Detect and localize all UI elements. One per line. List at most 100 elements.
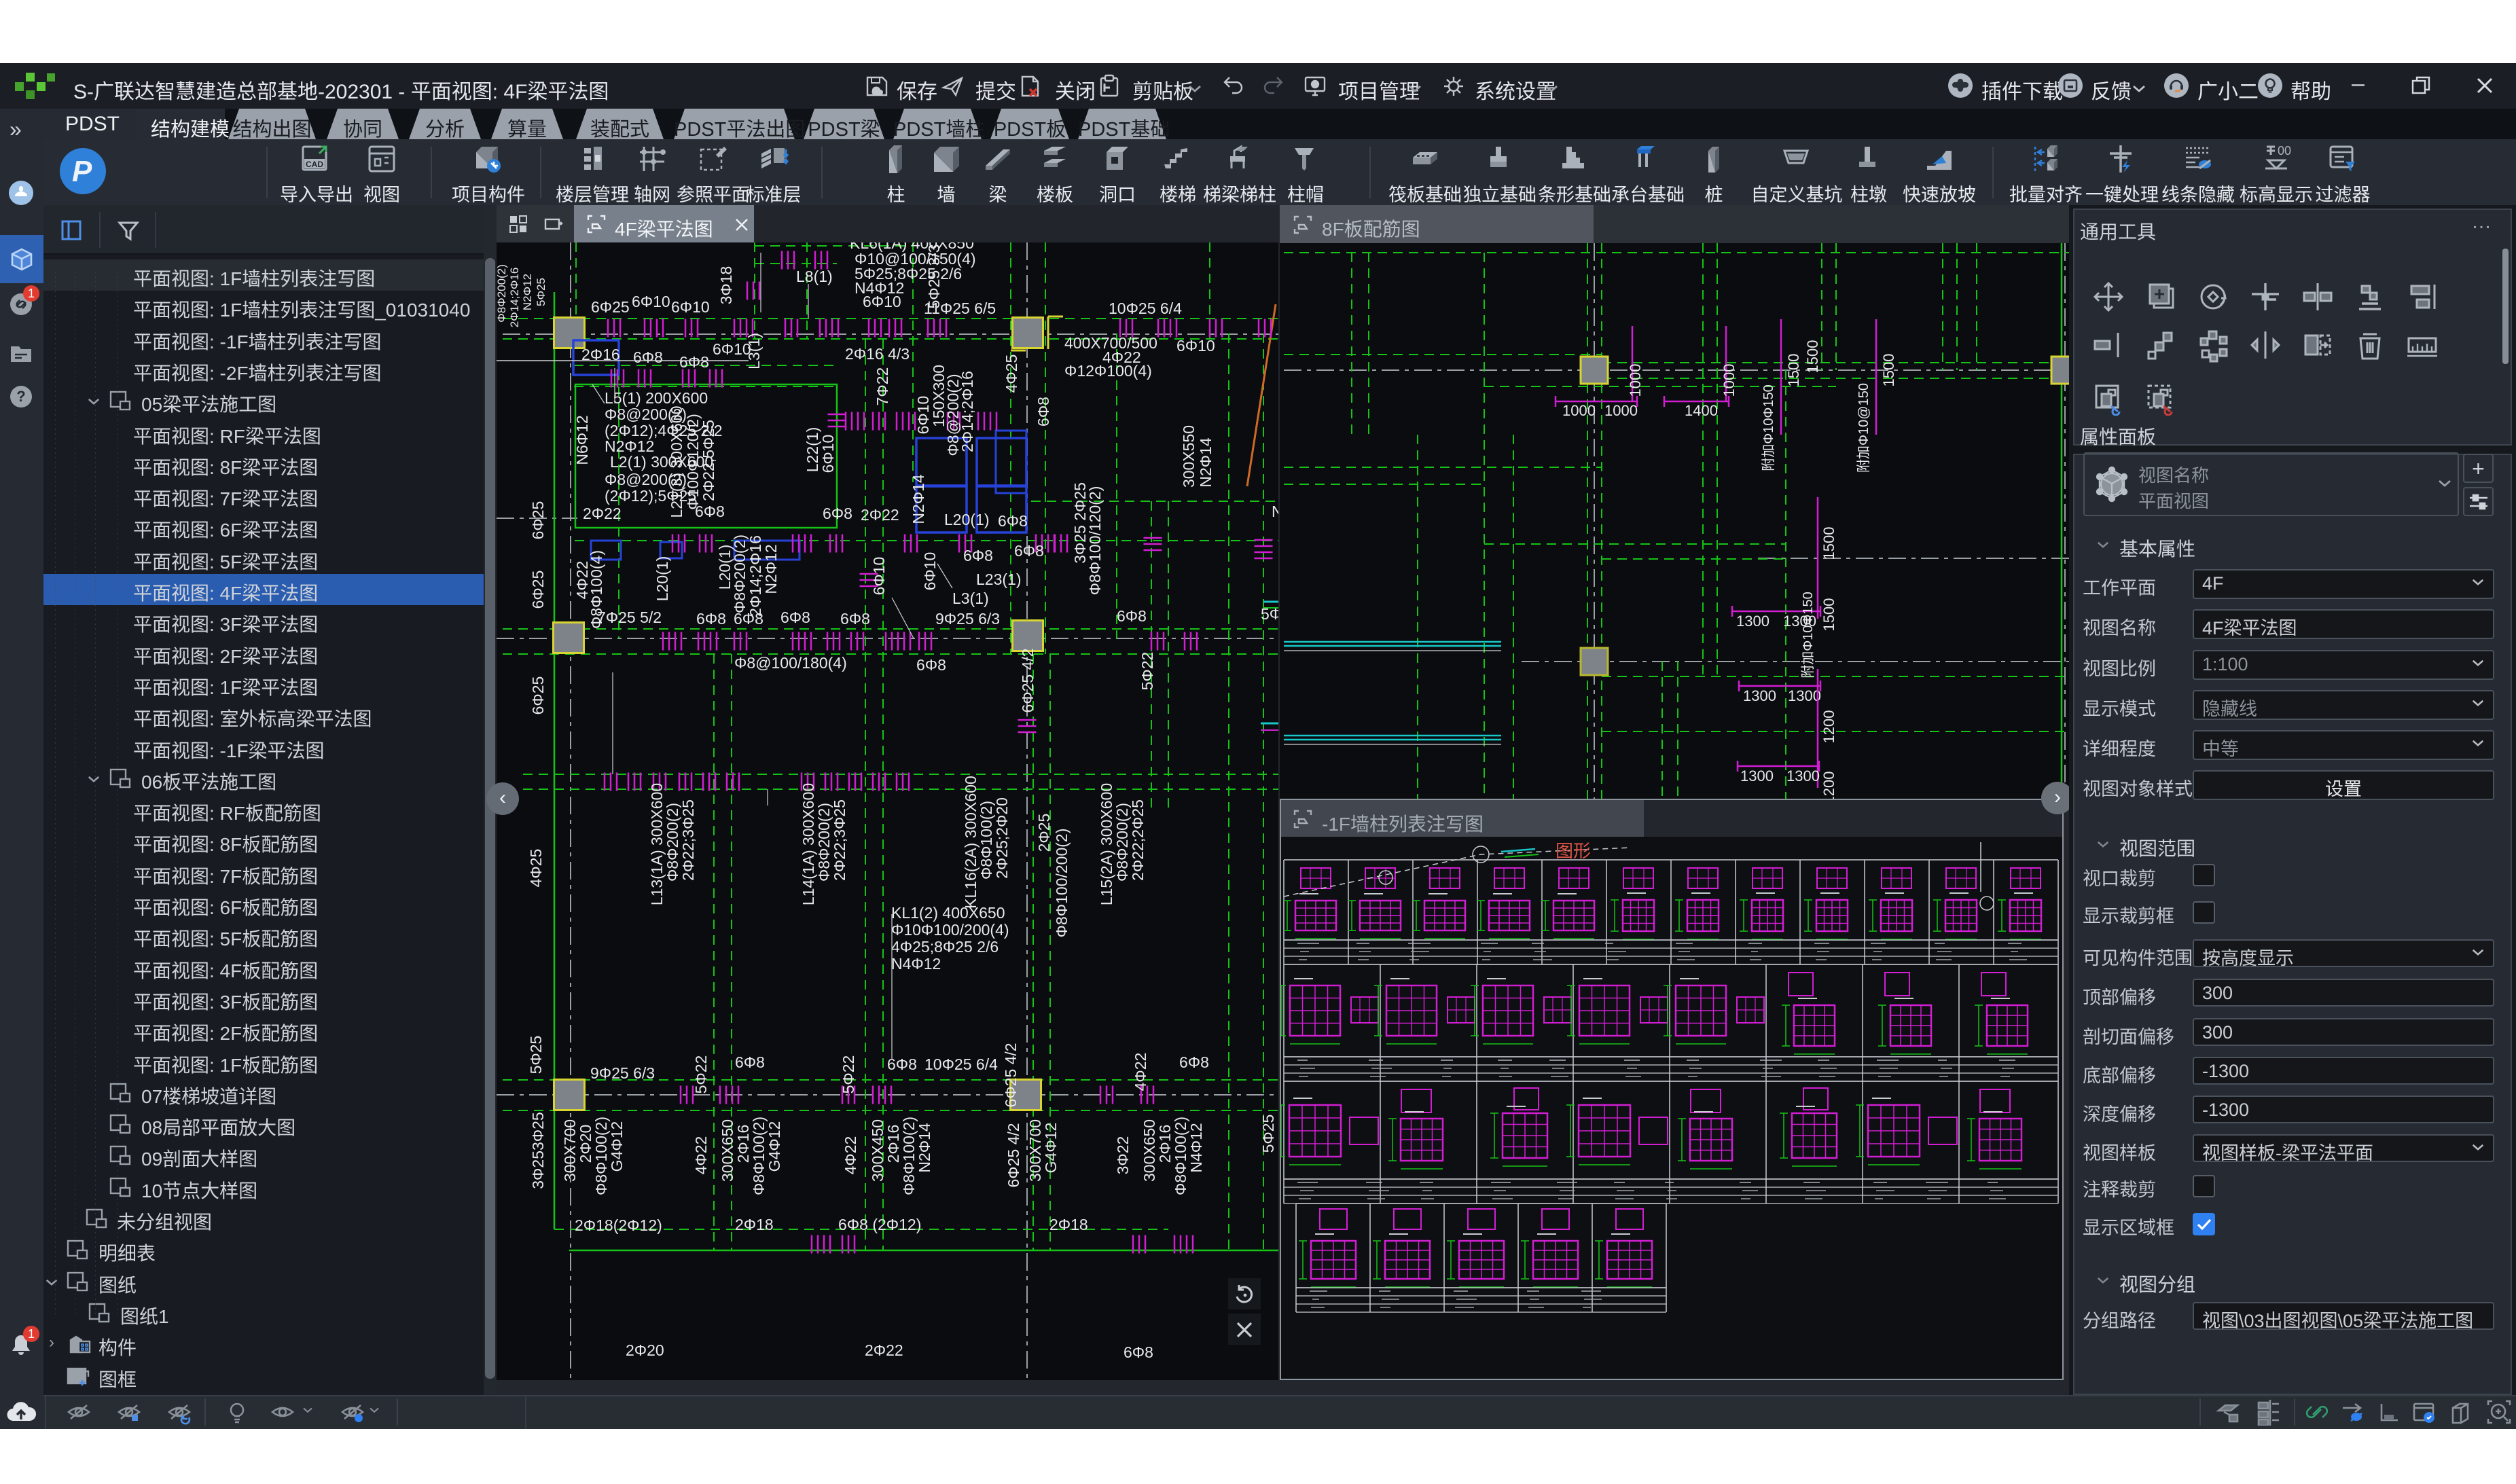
svg-text:2Φ20: 2Φ20 xyxy=(626,1341,664,1359)
svg-text:Φ12Φ100(4): Φ12Φ100(4) xyxy=(1064,362,1152,380)
svg-text:4Φ22: 4Φ22 xyxy=(692,1136,710,1175)
svg-text:6Φ8: 6Φ8 xyxy=(679,353,709,371)
svg-text:附加Φ10@150: 附加Φ10@150 xyxy=(1856,383,1871,473)
svg-text:L8(1): L8(1) xyxy=(796,268,833,285)
svg-text:6Φ10: 6Φ10 xyxy=(921,552,939,591)
svg-text:1000: 1000 xyxy=(1604,402,1638,419)
svg-text:7Φ22: 7Φ22 xyxy=(874,367,891,406)
svg-text:Φ10Φ100/200(4): Φ10Φ100/200(4) xyxy=(891,921,1009,939)
svg-text:5Φ25: 5Φ25 xyxy=(527,1036,545,1074)
svg-text:1500: 1500 xyxy=(1820,527,1837,560)
svg-text:6Φ8: 6Φ8 xyxy=(633,348,663,366)
svg-text:2Φ14;2Φ16: 2Φ14;2Φ16 xyxy=(958,371,976,452)
svg-text:G4Φ12: G4Φ12 xyxy=(608,1121,626,1172)
svg-text:4Φ22: 4Φ22 xyxy=(1132,1053,1149,1091)
svg-text:Φ8@100/180(4): Φ8@100/180(4) xyxy=(734,654,847,672)
svg-text:2Φ25;2Φ20: 2Φ25;2Φ20 xyxy=(993,797,1011,879)
svg-text:L23(1): L23(1) xyxy=(976,571,1021,588)
svg-text:1000: 1000 xyxy=(1562,402,1596,419)
svg-text:L3(1): L3(1) xyxy=(745,333,763,369)
svg-text:Φ8Φ100(4): Φ8Φ100(4) xyxy=(588,550,605,629)
svg-text:2Φ18(2Φ12): 2Φ18(2Φ12) xyxy=(575,1216,662,1234)
svg-text:3Φ22: 3Φ22 xyxy=(1114,1136,1132,1175)
svg-text:1300: 1300 xyxy=(1788,687,1821,704)
svg-text:10Φ25 6/4: 10Φ25 6/4 xyxy=(1109,300,1182,317)
svg-text:6Φ10: 6Φ10 xyxy=(1176,337,1215,355)
svg-text:2Φ22: 2Φ22 xyxy=(865,1341,903,1359)
svg-text:6Φ8: 6Φ8 xyxy=(823,505,852,522)
svg-text:N4Φ12: N4Φ12 xyxy=(891,955,941,973)
svg-text:5Φ25: 5Φ25 xyxy=(1259,1115,1277,1153)
svg-text:1500: 1500 xyxy=(1785,354,1802,387)
svg-text:6Φ25: 6Φ25 xyxy=(591,298,630,316)
svg-text:6Φ10: 6Φ10 xyxy=(870,557,888,596)
svg-text:1500: 1500 xyxy=(1820,598,1837,632)
svg-text:N4Φ12: N4Φ12 xyxy=(1187,1123,1205,1172)
svg-text:6Φ8: 6Φ8 xyxy=(963,547,993,564)
svg-text:3Φ253Φ25: 3Φ253Φ25 xyxy=(529,1112,547,1189)
svg-text:N2Φ1: N2Φ1 xyxy=(1272,503,1278,520)
svg-text:L3(1): L3(1) xyxy=(952,590,989,607)
svg-text:4Φ25: 4Φ25 xyxy=(1003,355,1020,393)
svg-text:N6Φ12: N6Φ12 xyxy=(573,415,591,465)
svg-text:L20(1): L20(1) xyxy=(944,511,989,528)
svg-text:4Φ25;8Φ25 2/6: 4Φ25;8Φ25 2/6 xyxy=(891,938,999,956)
svg-text:6Φ8: 6Φ8 xyxy=(696,610,726,628)
svg-text:1300: 1300 xyxy=(1786,767,1820,784)
svg-text:10Φ25 6/4: 10Φ25 6/4 xyxy=(924,1055,998,1073)
svg-text:1300: 1300 xyxy=(1740,767,1774,784)
svg-text:N2Φ14: N2Φ14 xyxy=(910,474,927,524)
svg-text:6Φ25 4/2: 6Φ25 4/2 xyxy=(1005,1123,1022,1187)
svg-text:L20(1): L20(1) xyxy=(653,556,671,601)
svg-text:Φ8Φ100/120(2): Φ8Φ100/120(2) xyxy=(1086,486,1104,596)
svg-text:1400: 1400 xyxy=(1685,402,1718,419)
svg-text:2Φ16 4/3: 2Φ16 4/3 xyxy=(845,345,910,363)
svg-text:6Φ8: 6Φ8 xyxy=(1124,1343,1153,1361)
svg-text:G4Φ12: G4Φ12 xyxy=(1042,1123,1060,1174)
svg-text:6Φ25 4/2: 6Φ25 4/2 xyxy=(1019,648,1037,712)
svg-text:5Φ25 3/3: 5Φ25 3/3 xyxy=(925,244,943,308)
svg-text:6Φ8: 6Φ8 xyxy=(998,512,1028,530)
svg-text:3Φ18: 3Φ18 xyxy=(717,266,735,305)
svg-text:300X550: 300X550 xyxy=(1180,425,1198,488)
svg-text:N2Φ14: N2Φ14 xyxy=(1197,437,1215,488)
svg-text:2Φ18: 2Φ18 xyxy=(735,1216,774,1233)
svg-text:Φ8Φ200(2): Φ8Φ200(2) xyxy=(497,264,508,323)
svg-text:N2Φ12: N2Φ12 xyxy=(762,544,780,594)
svg-text:2Φ22;5Φ25: 2Φ22;5Φ25 xyxy=(700,420,717,501)
svg-text:5Φ22: 5Φ22 xyxy=(840,1055,857,1094)
svg-text:6Φ10: 6Φ10 xyxy=(671,298,710,316)
svg-text:6Φ8: 6Φ8 xyxy=(735,1053,765,1071)
svg-text:1000: 1000 xyxy=(1627,364,1644,397)
svg-text:N2Φ12: N2Φ12 xyxy=(521,274,534,310)
svg-text:9Φ25 6/3: 9Φ25 6/3 xyxy=(590,1064,655,1082)
svg-text:?: ? xyxy=(16,388,25,405)
svg-text:6Φ10: 6Φ10 xyxy=(863,293,901,310)
svg-text:6Φ10: 6Φ10 xyxy=(819,435,837,473)
svg-text:6Φ8: 6Φ8 xyxy=(840,610,870,628)
svg-text:1500: 1500 xyxy=(1880,354,1897,387)
svg-text:6Φ8: 6Φ8 xyxy=(1179,1053,1209,1071)
svg-text:4Φ25: 4Φ25 xyxy=(527,849,545,888)
svg-text:5Φ22: 5Φ22 xyxy=(692,1055,710,1094)
svg-text:2Φ22;2Φ25: 2Φ22;2Φ25 xyxy=(1129,799,1147,881)
svg-text:6Φ10: 6Φ10 xyxy=(632,293,670,310)
svg-text:6Φ25: 6Φ25 xyxy=(529,501,547,540)
svg-text:1200: 1200 xyxy=(1820,772,1837,799)
svg-text:2Φ14;2Φ16: 2Φ14;2Φ16 xyxy=(508,268,521,328)
svg-text:CAD: CAD xyxy=(306,160,323,169)
svg-text:L5(1) 200X600: L5(1) 200X600 xyxy=(605,389,708,407)
svg-text:6Φ8: 6Φ8 xyxy=(780,609,810,626)
svg-text:6Φ8: 6Φ8 xyxy=(1035,397,1052,427)
svg-text:G4Φ12: G4Φ12 xyxy=(766,1121,783,1172)
svg-text:00: 00 xyxy=(2278,144,2291,158)
svg-text:Φ8Φ100/200(2): Φ8Φ100/200(2) xyxy=(1053,829,1071,938)
svg-text:7Φ25 5/2: 7Φ25 5/2 xyxy=(597,609,662,626)
svg-text:2Φ22;3Φ25: 2Φ22;3Φ25 xyxy=(831,799,848,881)
svg-text:KL1(2) 400X650: KL1(2) 400X650 xyxy=(891,904,1005,922)
svg-text:4Φ22: 4Φ22 xyxy=(842,1136,859,1175)
svg-text:2Φ18: 2Φ18 xyxy=(1049,1216,1088,1233)
svg-text:6Φ25: 6Φ25 xyxy=(529,571,547,609)
svg-text:6Φ8: 6Φ8 xyxy=(1117,607,1147,625)
svg-text:5Φ25: 5Φ25 xyxy=(1261,605,1278,623)
